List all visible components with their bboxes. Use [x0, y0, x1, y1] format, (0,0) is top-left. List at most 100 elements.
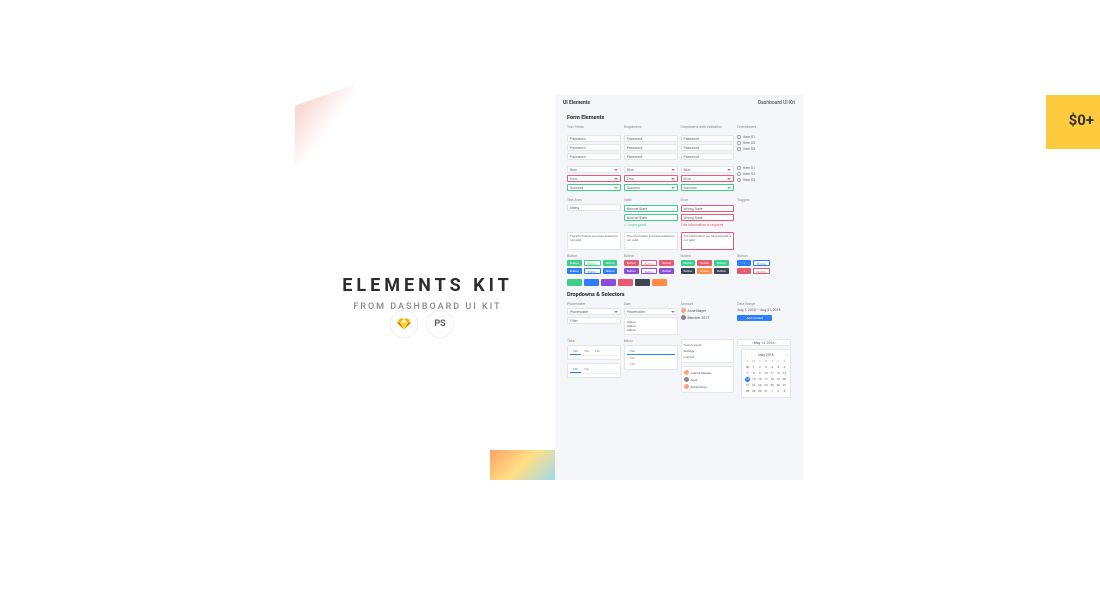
account-row[interactable]: Anne Mayer [681, 308, 735, 313]
calendar-day[interactable]: 9 [757, 371, 762, 376]
calendar-day[interactable]: 3 [763, 365, 768, 370]
calendar-day[interactable]: 4 [770, 365, 775, 370]
select-error[interactable]: Error [567, 175, 621, 182]
calendar-day[interactable]: 25 [770, 383, 775, 388]
input-error[interactable]: Wrong State [681, 214, 735, 221]
calendar-day[interactable]: 24 [763, 383, 768, 388]
select[interactable]: Blue [624, 166, 678, 173]
checkbox[interactable]: Item 03 [737, 147, 791, 151]
calendar-day[interactable]: 14 [745, 377, 750, 382]
select-success[interactable]: Success [624, 184, 678, 191]
dropdown-open[interactable]: Placeholder [624, 308, 678, 315]
radio[interactable]: Item 01 [737, 166, 791, 170]
menu-item[interactable]: Log Out [684, 354, 732, 360]
calendar-day[interactable]: 23 [757, 383, 762, 388]
tab[interactable]: Tab [570, 366, 581, 373]
button-outline[interactable]: Button [584, 260, 601, 266]
text-input[interactable]: Password [624, 144, 678, 151]
input-valid[interactable]: Normal State [624, 205, 678, 212]
dropdown[interactable]: Filter [567, 317, 621, 324]
select[interactable]: Blue [567, 166, 621, 173]
button[interactable]: Button [714, 260, 729, 266]
calendar-day[interactable]: 10 [763, 371, 768, 376]
calendar-day[interactable]: 21 [745, 383, 750, 388]
calendar-day[interactable]: 27 [782, 383, 787, 388]
text-input[interactable]: Password [681, 135, 735, 142]
calendar-day[interactable]: 30 [745, 365, 750, 370]
calendar-day[interactable]: 1 [770, 389, 775, 394]
tab[interactable]: Tab [581, 348, 592, 355]
button[interactable]: Button [659, 260, 674, 266]
button[interactable]: Button [714, 268, 729, 274]
input-valid[interactable]: Normal State [624, 214, 678, 221]
calendar-day[interactable]: 11 [770, 371, 775, 376]
tab[interactable]: Tab [581, 366, 592, 373]
user-row[interactable]: Joanna Massey [684, 369, 732, 376]
button[interactable]: Button [697, 268, 712, 274]
button[interactable]: Button [753, 260, 770, 266]
calendar-day[interactable]: 26 [776, 383, 781, 388]
calendar-day[interactable]: 22 [751, 383, 756, 388]
button[interactable]: Button [753, 268, 770, 274]
button-primary[interactable]: Button [567, 260, 582, 266]
button[interactable]: Button [624, 268, 639, 274]
select-error[interactable]: Error [681, 175, 735, 182]
calendar-day[interactable]: 31 [763, 389, 768, 394]
text-input[interactable]: Password [681, 153, 735, 160]
button[interactable]: Button [567, 268, 582, 274]
button[interactable]: Button [603, 260, 618, 266]
calendar-day[interactable]: 2 [776, 389, 781, 394]
user-row[interactable]: Samuel Doe [684, 383, 732, 390]
checkbox[interactable]: Item 02 [737, 141, 791, 145]
textarea[interactable]: The information you have entered is not … [624, 232, 678, 250]
button[interactable]: Button [681, 268, 696, 274]
button[interactable]: Button [603, 268, 618, 274]
text-input[interactable]: Password [567, 135, 621, 142]
calendar-day[interactable]: 28 [745, 389, 750, 394]
button-icon[interactable]: + [737, 260, 751, 266]
dropdown[interactable]: Placeholder [567, 308, 621, 315]
date-input[interactable]: ‹ May 14, 2018 › [737, 339, 791, 346]
text-input[interactable]: Password [567, 144, 621, 151]
tab[interactable]: Tab [570, 348, 581, 355]
button[interactable]: Button [659, 268, 674, 274]
button[interactable]: Button [681, 260, 696, 266]
calendar-day[interactable]: 30 [757, 389, 762, 394]
select-success[interactable]: Success [681, 184, 735, 191]
dropdown-list[interactable]: OptionOptionOption [624, 317, 678, 335]
calendar-day[interactable]: 2 [757, 365, 762, 370]
button-outline[interactable]: Button [584, 268, 601, 274]
calendar-day[interactable]: 20 [782, 377, 787, 382]
calendar-day[interactable]: 16 [757, 377, 762, 382]
calendar-day[interactable]: 1 [751, 365, 756, 370]
calendar-day[interactable]: 3 [782, 389, 787, 394]
textarea[interactable]: The information you have entered is not … [567, 232, 621, 250]
calendar-day[interactable]: 17 [763, 377, 768, 382]
text-input[interactable]: Password [624, 153, 678, 160]
calendar-day[interactable]: 6 [782, 365, 787, 370]
radio[interactable]: Item 03 [737, 178, 791, 182]
button-icon[interactable]: × [737, 268, 751, 274]
calendar-day[interactable]: 7 [745, 371, 750, 376]
textarea-error[interactable]: The information you have entered is not … [681, 232, 735, 250]
tab[interactable]: Tab [627, 361, 675, 367]
calendar[interactable]: ‹May 2018› SMTWTFS3012345678910111213141… [741, 349, 791, 398]
calendar-day[interactable]: 18 [770, 377, 775, 382]
tab[interactable]: Tab [592, 348, 603, 355]
text-input[interactable]: Password [567, 153, 621, 160]
select-success[interactable]: Success [567, 184, 621, 191]
calendar-day[interactable]: 12 [776, 371, 781, 376]
text-input[interactable]: Password [624, 135, 678, 142]
add-contact-button[interactable]: Add Contact [737, 315, 772, 321]
radio[interactable]: Item 02 [737, 172, 791, 176]
user-row[interactable]: Anne [684, 376, 732, 383]
date-range[interactable]: Aug 1, 2018 — Aug 31, 2018 [737, 308, 791, 312]
checkbox[interactable]: Item 01 [737, 135, 791, 139]
calendar-day[interactable]: 29 [751, 389, 756, 394]
select-error[interactable]: Error [624, 175, 678, 182]
button-outline[interactable]: Button [641, 260, 658, 266]
calendar-day[interactable]: 15 [751, 377, 756, 382]
button-danger[interactable]: Button [624, 260, 639, 266]
button[interactable]: Button [697, 260, 712, 266]
calendar-day[interactable]: 8 [751, 371, 756, 376]
